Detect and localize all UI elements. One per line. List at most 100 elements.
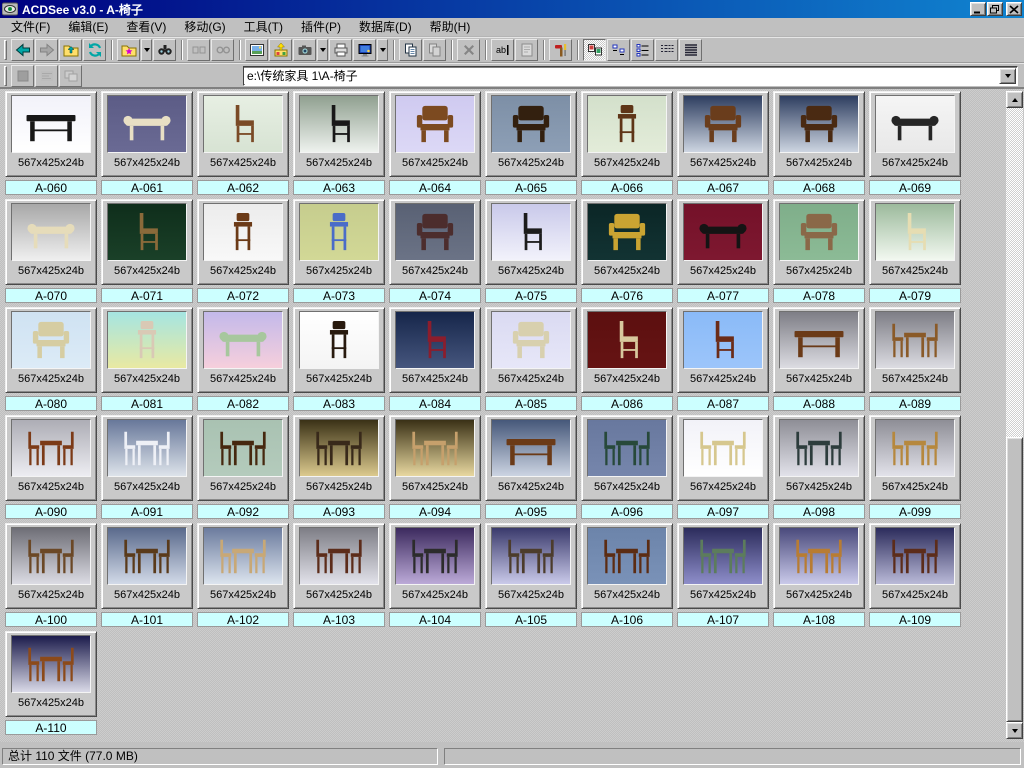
refresh-button[interactable] (83, 39, 106, 61)
thumbnail-filename[interactable]: A-094 (389, 504, 481, 519)
thumbnail-item[interactable]: 567x425x24bA-060 (3, 91, 99, 199)
thumbnail-image[interactable] (203, 419, 283, 477)
path-combobox[interactable] (243, 66, 1018, 86)
thumbnail-image[interactable] (107, 419, 187, 477)
thumbnail-item[interactable]: 567x425x24bA-061 (99, 91, 195, 199)
thumbnail-filename[interactable]: A-107 (677, 612, 769, 627)
thumbnail-item[interactable]: 567x425x24bA-081 (99, 307, 195, 415)
thumbnail-image[interactable] (683, 203, 763, 261)
thumbnail-image[interactable] (779, 527, 859, 585)
thumbnail-item[interactable]: 567x425x24bA-104 (387, 523, 483, 631)
thumbnail-filename[interactable]: A-070 (5, 288, 97, 303)
thumbnail-filename[interactable]: A-109 (869, 612, 961, 627)
thumbnail-image[interactable] (779, 311, 859, 369)
menu-item[interactable]: 帮助(H) (421, 16, 480, 38)
tools-button[interactable] (549, 39, 572, 61)
thumbnail-item[interactable]: 567x425x24bA-091 (99, 415, 195, 523)
favorites-button[interactable] (117, 39, 140, 61)
thumbnail-image[interactable] (875, 419, 955, 477)
thumbnail-item[interactable]: 567x425x24bA-109 (867, 523, 963, 631)
thumbnail-filename[interactable]: A-108 (773, 612, 865, 627)
toolbar-grip[interactable] (4, 66, 7, 86)
thumbnail-item[interactable]: 567x425x24bA-092 (195, 415, 291, 523)
thumbnail-item[interactable]: 567x425x24bA-086 (579, 307, 675, 415)
thumbnail-filename[interactable]: A-097 (677, 504, 769, 519)
thumbnail-filename[interactable]: A-087 (677, 396, 769, 411)
thumbnail-filename[interactable]: A-060 (5, 180, 97, 195)
minimize-button[interactable] (970, 2, 986, 16)
thumbnail-item[interactable]: 567x425x24bA-094 (387, 415, 483, 523)
thumbnail-image[interactable] (587, 95, 667, 153)
close-button[interactable] (1006, 2, 1022, 16)
thumbnail-item[interactable]: 567x425x24bA-062 (195, 91, 291, 199)
thumbnail-image[interactable] (11, 311, 91, 369)
thumbnail-image[interactable] (11, 95, 91, 153)
menu-item[interactable]: 编辑(E) (59, 16, 117, 38)
thumbnail-filename[interactable]: A-102 (197, 612, 289, 627)
menu-item[interactable]: 插件(P) (292, 16, 350, 38)
path-input[interactable] (244, 68, 998, 84)
thumbnail-item[interactable]: 567x425x24bA-076 (579, 199, 675, 307)
thumbnail-image[interactable] (779, 419, 859, 477)
thumbnail-image[interactable] (779, 203, 859, 261)
thumbnail-image[interactable] (107, 527, 187, 585)
thumbnail-filename[interactable]: A-101 (101, 612, 193, 627)
thumbnail-filename[interactable]: A-096 (581, 504, 673, 519)
thumbnail-filename[interactable]: A-084 (389, 396, 481, 411)
thumbnail-image[interactable] (875, 311, 955, 369)
thumbnail-image[interactable] (491, 95, 571, 153)
view-thumbnails-button[interactable] (583, 39, 606, 61)
thumbnail-image[interactable] (875, 527, 955, 585)
thumbnail-image[interactable] (491, 311, 571, 369)
thumbnail-filename[interactable]: A-064 (389, 180, 481, 195)
copy-button[interactable] (399, 39, 422, 61)
thumbnail-item[interactable]: 567x425x24bA-110 (3, 631, 99, 739)
thumbnail-item[interactable]: 567x425x24bA-085 (483, 307, 579, 415)
thumbnail-item[interactable]: 567x425x24bA-107 (675, 523, 771, 631)
thumbnail-filename[interactable]: A-098 (773, 504, 865, 519)
thumbnail-filename[interactable]: A-085 (485, 396, 577, 411)
thumbnail-filename[interactable]: A-068 (773, 180, 865, 195)
thumbnail-image[interactable] (299, 95, 379, 153)
thumbnail-filename[interactable]: A-089 (869, 396, 961, 411)
thumbnail-image[interactable] (299, 203, 379, 261)
thumbnail-filename[interactable]: A-079 (869, 288, 961, 303)
thumbnail-item[interactable]: 567x425x24bA-069 (867, 91, 963, 199)
rename-button[interactable] (491, 39, 514, 61)
thumbnail-item[interactable]: 567x425x24bA-074 (387, 199, 483, 307)
thumbnail-item[interactable]: 567x425x24bA-089 (867, 307, 963, 415)
menu-item[interactable]: 移动(G) (175, 16, 234, 38)
thumbnail-item[interactable]: 567x425x24bA-080 (3, 307, 99, 415)
thumbnail-filename[interactable]: A-072 (197, 288, 289, 303)
thumbnail-filename[interactable]: A-063 (293, 180, 385, 195)
thumbnail-item[interactable]: 567x425x24bA-096 (579, 415, 675, 523)
thumbnail-item[interactable]: 567x425x24bA-063 (291, 91, 387, 199)
thumbnail-item[interactable]: 567x425x24bA-087 (675, 307, 771, 415)
thumbnail-image[interactable] (107, 203, 187, 261)
thumbnail-item[interactable]: 567x425x24bA-101 (99, 523, 195, 631)
thumbnail-filename[interactable]: A-062 (197, 180, 289, 195)
print-button[interactable] (329, 39, 352, 61)
thumbnail-filename[interactable]: A-066 (581, 180, 673, 195)
scrollbar-thumb[interactable] (1006, 437, 1023, 722)
thumbnail-filename[interactable]: A-083 (293, 396, 385, 411)
thumbnail-image[interactable] (395, 311, 475, 369)
view-image-button[interactable] (245, 39, 268, 61)
thumbnail-image[interactable] (683, 311, 763, 369)
thumbnail-image[interactable] (395, 95, 475, 153)
scroll-down-button[interactable] (1006, 722, 1023, 739)
thumbnail-item[interactable]: 567x425x24bA-100 (3, 523, 99, 631)
thumbnail-filename[interactable]: A-080 (5, 396, 97, 411)
thumbnail-item[interactable]: 567x425x24bA-108 (771, 523, 867, 631)
up-folder-button[interactable] (59, 39, 82, 61)
thumbnail-item[interactable]: 567x425x24bA-077 (675, 199, 771, 307)
thumbnail-image[interactable] (299, 527, 379, 585)
thumbnail-image[interactable] (587, 419, 667, 477)
thumbnail-image[interactable] (11, 419, 91, 477)
menu-item[interactable]: 工具(T) (235, 16, 292, 38)
thumbnail-item[interactable]: 567x425x24bA-090 (3, 415, 99, 523)
thumbnail-filename[interactable]: A-106 (581, 612, 673, 627)
thumbnail-item[interactable]: 567x425x24bA-067 (675, 91, 771, 199)
thumbnail-image[interactable] (395, 419, 475, 477)
restore-button[interactable] (987, 2, 1003, 16)
